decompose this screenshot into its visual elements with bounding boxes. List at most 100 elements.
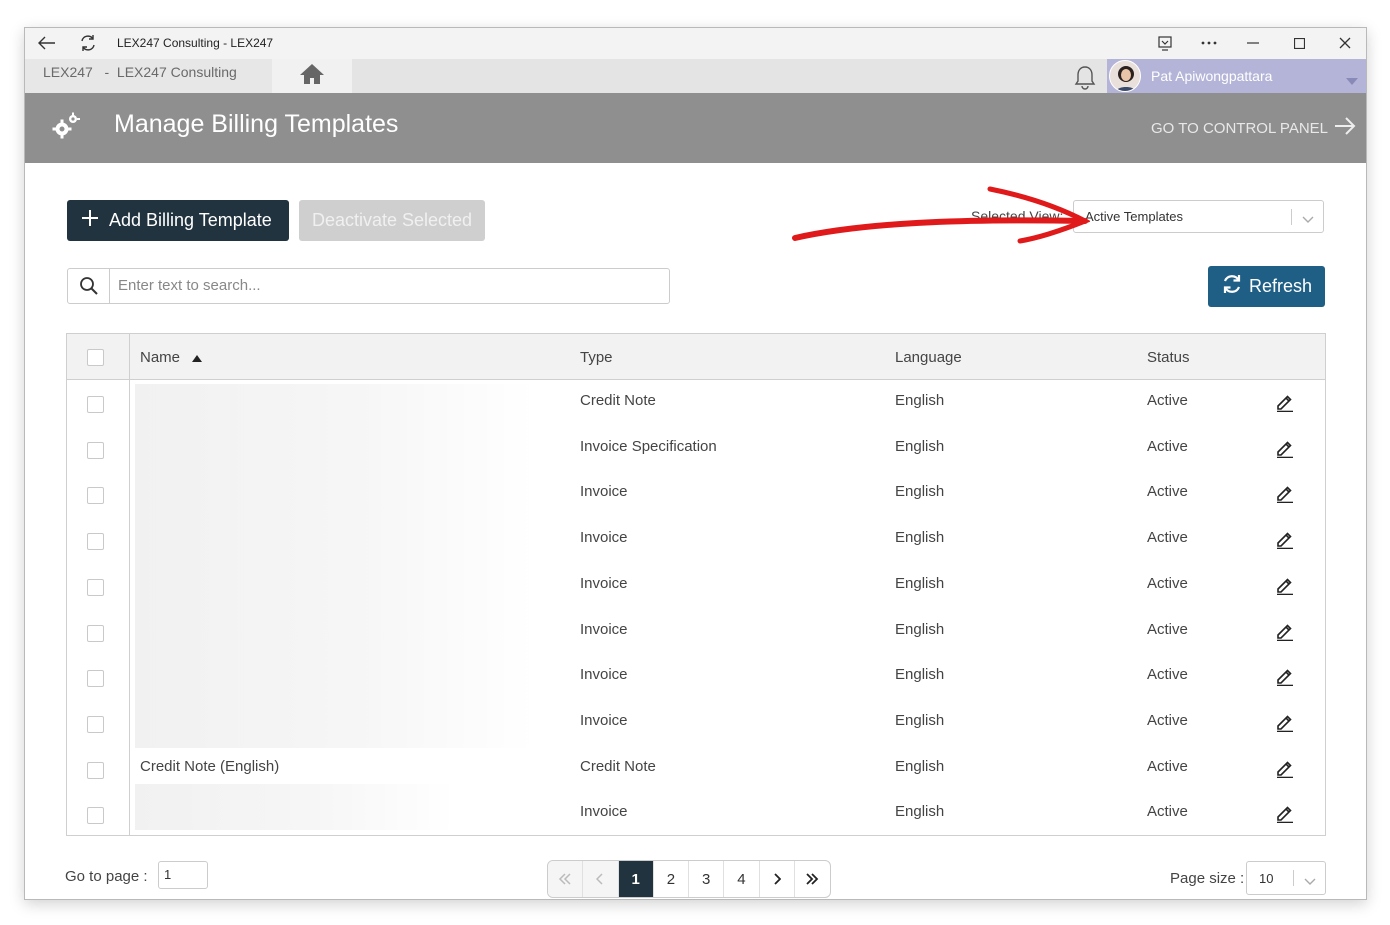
user-name: Pat Apiwongpattara: [1151, 68, 1273, 84]
page-size-label: Page size :: [1170, 870, 1245, 887]
refresh-window-icon[interactable]: [77, 32, 99, 54]
chevron-down-icon: [1304, 874, 1316, 889]
table-row[interactable]: Invoice English Active: [67, 701, 1325, 747]
home-button[interactable]: [272, 59, 352, 93]
table-row[interactable]: Invoice English Active: [67, 610, 1325, 656]
app-bar: LEX247 - LEX247 Consulting Pat Apiwongpa…: [25, 59, 1366, 93]
cell-status: Active: [1147, 757, 1188, 775]
cell-status: Active: [1147, 711, 1188, 729]
edit-icon[interactable]: [1275, 621, 1295, 645]
page-button-4[interactable]: 4: [724, 861, 760, 897]
add-billing-template-button[interactable]: Add Billing Template: [67, 200, 289, 241]
cell-status: Active: [1147, 529, 1188, 547]
goto-page-input[interactable]: 1: [158, 861, 208, 889]
deactivate-selected-button[interactable]: Deactivate Selected: [299, 200, 485, 241]
first-page-button[interactable]: [548, 861, 584, 897]
row-checkbox[interactable]: [87, 670, 104, 688]
select-all-checkbox[interactable]: [87, 349, 104, 366]
plus-icon: [81, 209, 99, 232]
cell-language: English: [895, 574, 945, 592]
row-checkbox[interactable]: [87, 624, 104, 642]
dropdown-separator: [1291, 209, 1292, 225]
next-page-button[interactable]: [760, 861, 795, 897]
page-header: Manage Billing Templates GO TO CONTROL P…: [25, 93, 1366, 163]
cell-name: Credit Note (English): [140, 757, 280, 775]
column-name-header[interactable]: Name: [140, 349, 203, 366]
column-language-header[interactable]: Language: [895, 349, 962, 366]
header-checkbox-cell: [67, 334, 130, 379]
edit-icon[interactable]: [1275, 392, 1295, 416]
app-tab[interactable]: LEX247 - LEX247 Consulting: [25, 59, 272, 93]
edit-icon[interactable]: [1275, 758, 1295, 782]
more-icon[interactable]: [1195, 31, 1223, 55]
page-button-3[interactable]: 3: [689, 861, 725, 897]
row-checkbox[interactable]: [87, 441, 104, 459]
table-row[interactable]: Credit Note (English) Credit Note English A…: [67, 747, 1325, 793]
back-icon[interactable]: [36, 32, 58, 54]
page-button-2[interactable]: 2: [654, 861, 689, 897]
table-header: Name Type Language Status: [67, 334, 1325, 380]
column-status-header[interactable]: Status: [1147, 349, 1190, 366]
cell-type: Invoice: [580, 574, 628, 592]
table-row[interactable]: Credit Note English Active: [67, 381, 1325, 427]
cell-status: Active: [1147, 437, 1188, 455]
row-checkbox[interactable]: [87, 396, 104, 413]
column-type-header[interactable]: Type: [580, 349, 613, 366]
cell-type: Invoice: [580, 483, 628, 501]
table-row[interactable]: Invoice English Active: [67, 472, 1325, 518]
bell-icon[interactable]: [1073, 64, 1097, 95]
user-menu[interactable]: Pat Apiwongpattara: [1107, 59, 1366, 93]
title-bar: LEX247 Consulting - LEX247: [25, 28, 1366, 59]
row-checkbox[interactable]: [87, 807, 104, 825]
table-row[interactable]: Invoice English Active: [67, 564, 1325, 610]
selected-view-dropdown[interactable]: Active Templates: [1073, 200, 1324, 233]
edit-icon[interactable]: [1275, 803, 1295, 827]
close-icon[interactable]: [1331, 31, 1359, 55]
cell-type: Invoice: [580, 666, 628, 684]
edit-icon[interactable]: [1275, 529, 1295, 553]
last-page-button[interactable]: [795, 861, 830, 897]
search-icon[interactable]: [68, 269, 110, 303]
cell-language: English: [895, 803, 945, 821]
minimize-icon[interactable]: [1239, 31, 1267, 55]
dropdown-separator: [1293, 870, 1294, 886]
cell-language: English: [895, 757, 945, 775]
refresh-button[interactable]: Refresh: [1208, 266, 1325, 307]
edit-icon[interactable]: [1275, 666, 1295, 690]
column-name-label: Name: [140, 349, 181, 366]
search-input[interactable]: [118, 277, 658, 294]
edit-icon[interactable]: [1275, 438, 1295, 462]
page-button-1[interactable]: 1: [618, 861, 654, 897]
cell-language: English: [895, 437, 945, 455]
maximize-icon[interactable]: [1285, 31, 1313, 55]
table-row[interactable]: Invoice English Active: [67, 792, 1325, 838]
page-size-dropdown[interactable]: 10: [1246, 861, 1326, 895]
cell-language: English: [895, 392, 945, 409]
cast-icon[interactable]: [1151, 31, 1179, 55]
edit-icon[interactable]: [1275, 483, 1295, 507]
cell-status: Active: [1147, 620, 1188, 638]
cell-language: English: [895, 711, 945, 729]
cell-type: Invoice Specification: [580, 437, 717, 455]
page-title: Manage Billing Templates: [114, 110, 399, 138]
row-checkbox[interactable]: [87, 533, 104, 551]
cell-type: Invoice: [580, 620, 628, 638]
pagination: 1 2 3 4: [547, 860, 831, 898]
table-row[interactable]: Invoice English Active: [67, 518, 1325, 564]
table-row[interactable]: Invoice English Active: [67, 655, 1325, 701]
table-row[interactable]: Invoice Specification English Active: [67, 427, 1325, 473]
cell-type: Invoice: [580, 529, 628, 547]
edit-icon[interactable]: [1275, 575, 1295, 599]
row-checkbox[interactable]: [87, 487, 104, 505]
row-checkbox[interactable]: [87, 578, 104, 596]
app-window: LEX247 Consulting - LEX247 LEX247 - LEX2…: [24, 27, 1367, 900]
refresh-label: Refresh: [1248, 276, 1313, 296]
row-checkbox[interactable]: [87, 715, 104, 733]
cell-status: Active: [1147, 392, 1188, 409]
prev-page-button[interactable]: [583, 861, 619, 897]
control-panel-link[interactable]: GO TO CONTROL PANEL: [1151, 117, 1356, 139]
row-checkbox[interactable]: [87, 761, 104, 779]
edit-icon[interactable]: [1275, 712, 1295, 736]
goto-page-label: Go to page :: [65, 868, 148, 885]
add-billing-template-label: Add Billing Template: [109, 210, 272, 230]
